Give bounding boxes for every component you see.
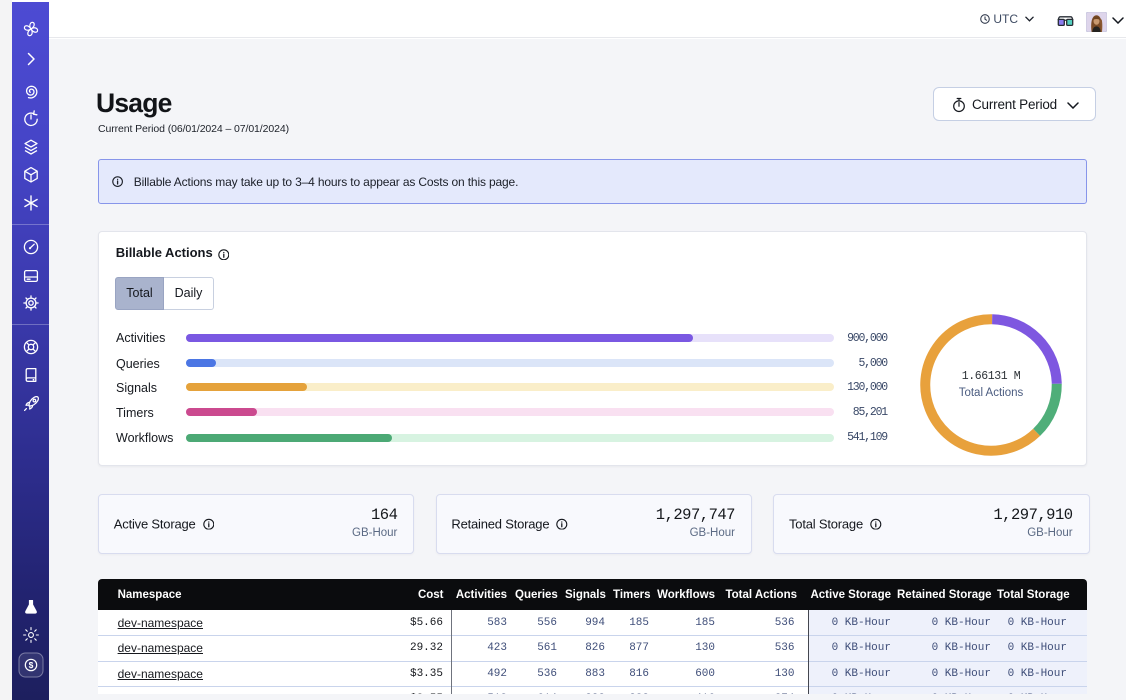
svg-text:$: $: [28, 660, 33, 670]
